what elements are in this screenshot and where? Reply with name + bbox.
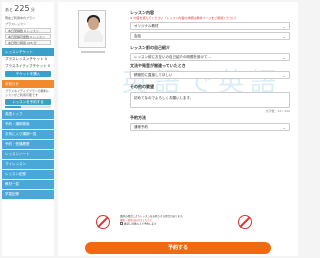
nav-item[interactable]: 教材一覧 [2, 179, 54, 189]
chevron-down-icon: ⌄ [282, 73, 286, 78]
body [84, 30, 103, 42]
self-intro-select[interactable]: レッスン前にお互いの自己紹介の時間を設けて… ⌄ [130, 53, 290, 61]
agree-checkbox[interactable] [120, 222, 123, 225]
nav-item[interactable]: 予約・受講履歴 [2, 139, 54, 149]
remaining-time: あと 225 分 [5, 4, 35, 13]
correction-select[interactable]: 積極的に直接してほしい ⌄ [130, 71, 290, 79]
chevron-down-icon: ⌄ [282, 34, 286, 39]
chip-today-lessons: 本日受講数 0 レッスン [5, 28, 51, 33]
nav-list: 英語トップ 予約・講師検索 お気に入り講師一覧 予約・受講履歴 レッスンノート マイレッス… [2, 109, 54, 199]
progress-bar [5, 106, 51, 108]
nav-item[interactable]: お気に入り講師一覧 [2, 129, 54, 139]
submit-button[interactable]: 予約する [85, 242, 271, 254]
char-count: 文字数：16 / 200 [265, 109, 290, 113]
other-request-label: その他の要望 [130, 84, 154, 89]
main-content: 英語で英語 レッスン内容 ※ 内容を選んでください（レッスン内容の詳細は教材ペー… [58, 2, 298, 256]
teacher-photo [78, 10, 106, 53]
reserve-lesson-button[interactable]: レッスンを予約する [5, 99, 51, 105]
other-request-textarea[interactable]: 初めてなのでよろしくお願いします。 [130, 92, 290, 108]
chevron-down-icon: ⌄ [282, 24, 286, 29]
no-recording-icon [96, 215, 110, 229]
plus-netive-ticket: プラスネイティブチケット 0 [5, 64, 51, 68]
announcement-header: お知らせ [2, 80, 54, 88]
chip-today-remaining: 本日残り時間 225 分 [5, 40, 51, 45]
sidebar: あと 225 分 現在ご利用中のプラン プラスレッスン 本日受講数 0 レッスン… [2, 2, 54, 256]
self-intro-label: レッスン前の自己紹介 [130, 45, 170, 50]
reservation-method-select[interactable]: 通常予約 ⌄ [130, 123, 290, 131]
teacher-name-placeholder [81, 51, 105, 53]
announcement-text: プラスネイティブプランの無料レッスンがご利用可能です [5, 89, 50, 97]
chevron-down-icon: ⌄ [282, 125, 286, 130]
buy-ticket-button[interactable]: チケットを購入 [5, 71, 51, 77]
nav-item[interactable]: マイレッスン [2, 159, 54, 169]
remaining-minutes: 225 [14, 4, 30, 13]
nav-item[interactable]: 予約・講師検索 [2, 119, 54, 129]
level-select[interactable]: 会話 ⌄ [130, 32, 290, 40]
nav-item[interactable]: 学習記録 [2, 189, 54, 199]
reservation-method-label: 予約方法 [130, 115, 146, 120]
ticket-header: レッスンチケット [2, 48, 54, 56]
nav-item[interactable]: レッスンノート [2, 149, 54, 159]
plan-name: プラスレッスン [5, 22, 26, 26]
chip-today-available: 本日受講可能数 0 レッスン [5, 34, 51, 39]
reservation-form: レッスン内容 ※ 内容を選んでください（レッスン内容の詳細は教材ページをご確認く… [130, 8, 290, 131]
material-select[interactable]: オリジナル教材 ⌄ [130, 22, 290, 30]
agree-checkbox-row[interactable]: 確認し同意の上で予約します [120, 222, 230, 226]
no-photo-icon [238, 215, 252, 229]
chevron-down-icon: ⌄ [282, 55, 286, 60]
progress-fill [5, 106, 22, 108]
correction-label: 文法や発音が間違っていたとき [130, 63, 186, 68]
nav-item[interactable]: 英語トップ [2, 109, 54, 119]
lesson-content-note: ※ 内容を選んでください（レッスン内容の詳細は教材ページをご確認ください） [130, 16, 239, 20]
face [88, 17, 99, 30]
notice: 講師の都合によりレッスンをお断りする場合があります。 撮影・録音はお控えください… [120, 215, 230, 226]
plus-lesson-ticket: プラスレッスンチケット 0 [5, 57, 47, 61]
nav-item[interactable]: レッスン記録 [2, 169, 54, 179]
